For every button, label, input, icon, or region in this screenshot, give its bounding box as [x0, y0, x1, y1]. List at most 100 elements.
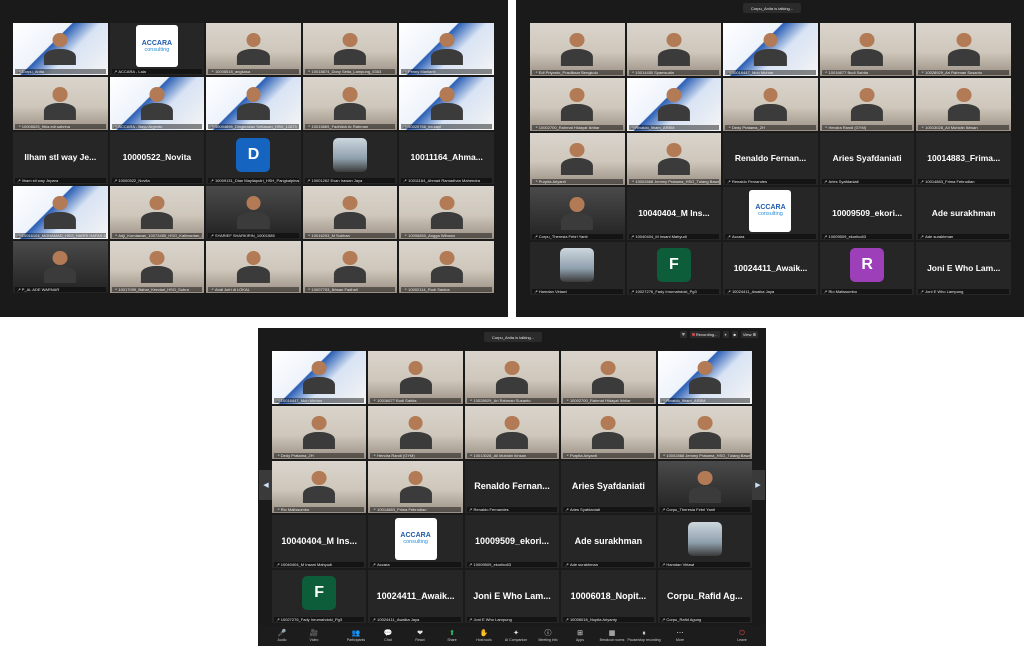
participant-tile[interactable]: 10013028_Ali Muhidin Ikhsan: [916, 77, 1011, 131]
participant-video: [657, 87, 690, 121]
participant-tile[interactable]: Andi Jufri di LOKAL: [206, 240, 301, 293]
participant-tile[interactable]: 10007753_Ikhsan Fadhali: [302, 240, 398, 293]
participant-tile[interactable]: ACCARAconsulting Accara: [368, 515, 463, 569]
participant-tile[interactable]: 10016677 Budi Sahita: [819, 23, 915, 76]
participant-tile[interactable]: 10016447_Muh Muhtar: [723, 23, 818, 76]
participant-tile[interactable]: 10008518_angkasa: [206, 23, 301, 76]
participant-tile[interactable]: Corpu_Theresia Febri Yanti: [657, 460, 752, 514]
participant-tile[interactable]: 10008625_fitria.edi.sahrina: [13, 77, 108, 130]
participant-tile[interactable]: 10040404_M Ins... 10040404_M Insani Mahyu…: [626, 187, 722, 241]
participant-tile[interactable]: ACCARA - Bayu Argento: [109, 77, 205, 130]
participant-tile[interactable]: P_AL ADE WARNAR: [13, 240, 108, 293]
recording-label: Pause/stop recording: [627, 637, 661, 642]
audio-button[interactable]: 🎤 Audio: [266, 626, 298, 646]
participant-tile[interactable]: Ade surakhman Ade surakhman: [916, 187, 1011, 241]
react-button[interactable]: ❤ React: [404, 626, 436, 646]
participant-tile[interactable]: 10028929_Ari Rahman Susanto: [916, 23, 1011, 76]
participant-tile[interactable]: Purpita Ariyanti: [530, 132, 625, 186]
participant-tile[interactable]: 10002700_Rahmat Hidayat Ikhtiar: [561, 351, 656, 404]
next-page-button[interactable]: ▶: [751, 470, 765, 500]
participant-tile[interactable]: 10016104_MOHAMAD_HSG_HARRI HAFAS 6689: [13, 186, 108, 239]
participant-tile[interactable]: Edi Priyanto_Pusdiksar Bengkulu: [530, 23, 625, 76]
recording-indicator[interactable]: Recording...: [689, 331, 720, 338]
participant-tile[interactable]: 10017099_Bahar_Kendari_HSG_Suhra: [109, 240, 205, 293]
participant-tile[interactable]: D 10009131_Dian Mayliaputri_HSH_Pangkalpi…: [206, 131, 301, 185]
participant-tile[interactable]: 10006850_Angga Wibowo: [399, 186, 494, 239]
participant-tile[interactable]: 10014883_Frima Februdian: [368, 460, 463, 514]
participant-tile[interactable]: 10024411_Awaik... 10024411_Awaika Jaya: [368, 570, 463, 623]
chat-button[interactable]: 💬 Chat: [372, 626, 404, 646]
participant-tile[interactable]: 10014883_Frima... 10014883_Frima Februdia…: [916, 132, 1011, 186]
pause-icon[interactable]: ⏸: [722, 331, 729, 338]
participant-tile[interactable]: 10004896_Dingkrakan Setiawan_HSH_12873: [206, 77, 301, 130]
participant-tile[interactable]: 10002700_Rahmat Hidayat Ikhtiar: [530, 77, 625, 131]
participant-tile[interactable]: Aries Syafdaniati Aries Syafdaniati: [561, 460, 656, 514]
participant-tile[interactable]: 10016447_Muh Muhtar: [272, 351, 367, 404]
participant-tile[interactable]: 10009509_ekori... 10009509_ekoriko83: [819, 187, 915, 241]
participant-tile[interactable]: 10015869_Fadhilah Ar Rahman: [302, 77, 398, 130]
ai-companion-button[interactable]: ✦ AI Companion: [500, 626, 532, 646]
participant-tile[interactable]: R Rio Malissumbo: [819, 242, 915, 295]
participant-tile[interactable]: 10001262 Evan Irawan Jaya: [302, 131, 398, 185]
video-button[interactable]: 🎥 Video: [298, 626, 330, 646]
participant-tile[interactable]: 10002868 Jemmy Pratama_HSG_Tulang Bawang: [626, 132, 722, 186]
participant-tile[interactable]: Joni E Who Lam... Joni E Who Lampung: [916, 242, 1011, 295]
participant-tile[interactable]: Hamdan Virlawi: [530, 242, 625, 295]
participant-tile[interactable]: SYARIEF SHARKIRIN_10001585: [206, 186, 301, 239]
participant-tile[interactable]: ACCARAconsulting Accara: [723, 187, 818, 241]
participant-tile[interactable]: Hendra Randi (GYM): [819, 77, 915, 131]
participant-tile[interactable]: 10011164_Ahma... 10011164_Ahmad Ramadhan …: [399, 131, 494, 185]
participant-tile[interactable]: Corpu_Rafid Ag... Corpu_Rafid Agung: [657, 570, 752, 623]
view-button[interactable]: View ⊞: [740, 331, 758, 338]
participant-tile[interactable]: Adji_Kurniawan_10073465_HSG_Kalimantan_8…: [109, 186, 205, 239]
participant-tile[interactable]: Corpu_Theresia Febri Yanti: [530, 187, 625, 241]
participant-tile[interactable]: Rivaldo_Ilham_ARBM: [657, 351, 752, 404]
participant-tile[interactable]: Renaldo Fernan... Renaldo Fernandes: [464, 460, 560, 514]
participant-tile[interactable]: Dedy Pratama_2H: [272, 405, 367, 459]
ai-companion-icon: ✦: [513, 629, 519, 637]
participant-tile[interactable]: 10024411_Awaik... 10024411_Awaika Jaya: [723, 242, 818, 295]
participant-tile[interactable]: ACCARAconsultingACCARA - Lala: [109, 23, 205, 76]
participant-tile[interactable]: 10002114_Rudi Santos: [399, 240, 494, 293]
participant-tile[interactable]: 10009509_ekori... 10009509_ekoriko83: [464, 515, 560, 569]
participant-tile[interactable]: Corpu_Anita: [13, 23, 108, 76]
participants-button[interactable]: 👥 Participants: [340, 626, 372, 646]
participant-tile[interactable]: Rio Malissumbo: [272, 460, 367, 514]
share-button[interactable]: ⬆ Share: [436, 626, 468, 646]
more-button[interactable]: ⋯ More: [664, 626, 696, 646]
recording-button[interactable]: ⏸ Pause/stop recording: [627, 626, 661, 646]
participant-tile[interactable]: 10020766_ira.sapi: [399, 77, 494, 130]
participant-tile[interactable]: 10028929_Ari Rahman Susanto: [464, 351, 560, 404]
participant-tile[interactable]: 10006018_Nopit... 10006018_Nopita Ariyant…: [561, 570, 656, 623]
apps-button[interactable]: ⊞ Apps: [564, 626, 596, 646]
participant-tile[interactable]: Dedy Pratama_2H: [723, 77, 818, 131]
participant-tile[interactable]: Hamdan Virlawi: [657, 515, 752, 569]
participant-tile[interactable]: Fenny Marlianti: [399, 23, 494, 76]
prev-page-button[interactable]: ◀: [259, 470, 273, 500]
participant-tile[interactable]: Purpita Ariyanti: [561, 405, 656, 459]
participant-tile[interactable]: Hendra Randi (GYM): [368, 405, 463, 459]
participant-tile[interactable]: 10014450 Syamsudin: [626, 23, 722, 76]
participant-tile[interactable]: 10002868 Jemmy Pratama_HSG_Tulang Bawang: [657, 405, 752, 459]
participant-tile[interactable]: F 10027276_Fady Inrumahdoki_Pg3: [272, 570, 367, 623]
stop-icon[interactable]: ■: [731, 331, 738, 338]
participant-tile[interactable]: F 10027276_Fady Inrumahdoki_Pg3: [626, 242, 722, 295]
accara-logo-text: ACCARA: [755, 204, 786, 212]
participant-tile[interactable]: 10013028_Ali Muhidin Ikhsan: [464, 405, 560, 459]
participant-tile[interactable]: Renaldo Fernan... Renaldo Fernandes: [723, 132, 818, 186]
participant-tile[interactable]: 10000522_Novita 10000522_Novita: [109, 131, 205, 185]
participant-tile[interactable]: Ilham stl way Je... Ilham stl way Jepara: [13, 131, 108, 185]
participant-tile[interactable]: Ade surakhman Ade surakhman: [561, 515, 656, 569]
participant-tile[interactable]: 10040404_M Ins... 10040404_M Insani Mahyu…: [272, 515, 367, 569]
breakout-rooms-button[interactable]: ▦ Breakout rooms: [596, 626, 628, 646]
participant-body: [688, 486, 721, 504]
meeting-info-button[interactable]: ⓘ Meeting info: [532, 626, 564, 646]
participant-tile[interactable]: 10016677 Budi Sahita: [368, 351, 463, 404]
participant-tile[interactable]: 10016253_M Subhan: [302, 186, 398, 239]
participant-tile[interactable]: Rivaldo_Ilham_ARBM: [626, 77, 722, 131]
participant-tile[interactable]: Joni E Who Lam... Joni E Who Lampung: [464, 570, 560, 623]
participant-tile[interactable]: 10018874_Dony Setia_Lampung_5363: [302, 23, 398, 76]
participant-tile[interactable]: Aries Syafdaniati Aries Syafdaniati: [819, 132, 915, 186]
leave-button[interactable]: ⏻ Leave: [726, 626, 758, 646]
host-tools-button[interactable]: ✋ Host tools: [468, 626, 500, 646]
